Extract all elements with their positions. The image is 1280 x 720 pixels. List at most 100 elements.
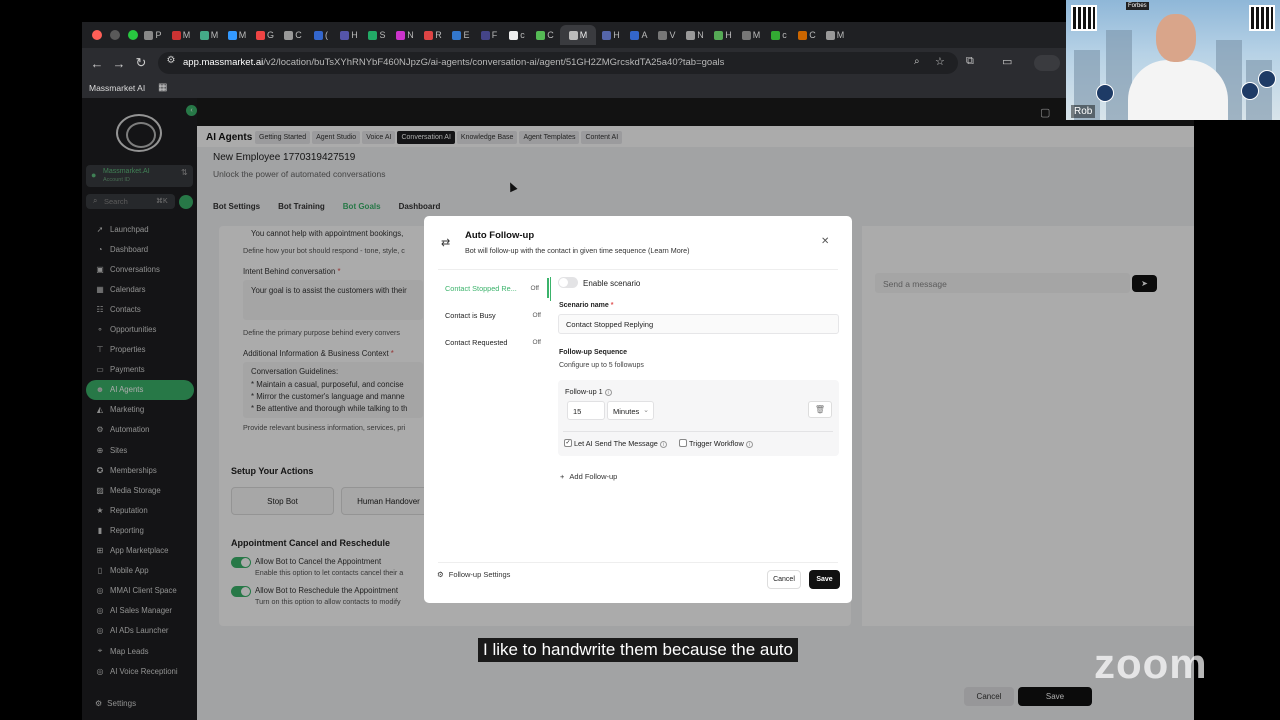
- followup-unit-value: Minutes: [613, 407, 640, 416]
- extensions-icon[interactable]: ⧉: [966, 55, 974, 68]
- browser-tabs: P M M M G C (H S N R E Fc C M H A V N H Mc C M: [140, 25, 848, 45]
- modal-cancel-button[interactable]: Cancel: [767, 570, 801, 589]
- participant-video[interactable]: Forbes Rob: [1066, 0, 1280, 120]
- apps-grid-icon[interactable]: ▦: [158, 82, 167, 93]
- tab-favicon-icon: [396, 30, 406, 40]
- search-page-icon[interactable]: ⌕: [914, 56, 920, 67]
- window-controls: [92, 30, 138, 40]
- close-window-button[interactable]: [92, 30, 102, 40]
- tab-label: H: [613, 30, 620, 40]
- browser-tab[interactable]: C: [532, 25, 558, 45]
- tab-favicon-icon: [798, 30, 808, 40]
- info-icon[interactable]: i: [745, 440, 753, 448]
- browser-tab[interactable]: M: [196, 25, 222, 45]
- browser-tab[interactable]: G: [252, 25, 278, 45]
- tab-label: N: [407, 30, 414, 40]
- tab-label: C: [809, 30, 816, 40]
- browser-tab[interactable]: S: [364, 25, 390, 45]
- participant-name: Rob: [1071, 105, 1096, 118]
- browser-tab[interactable]: V: [654, 25, 680, 45]
- browser-tab[interactable]: F: [476, 25, 502, 45]
- browser-tab[interactable]: c: [766, 25, 792, 45]
- tab-favicon-icon: [480, 30, 490, 40]
- let-ai-checkbox[interactable]: ✓: [564, 439, 572, 447]
- gear-icon: ⚙: [437, 570, 444, 579]
- chevron-down-icon: ⌄: [643, 407, 649, 414]
- sequence-subtitle: Configure up to 5 followups: [559, 362, 644, 369]
- profile-icon[interactable]: [1034, 55, 1060, 71]
- tab-favicon-icon: [509, 30, 519, 40]
- browser-tab[interactable]: c: [504, 25, 530, 45]
- tab-favicon-icon: [314, 30, 323, 40]
- browser-tab[interactable]: C: [280, 25, 306, 45]
- enable-scenario-toggle[interactable]: [558, 277, 578, 288]
- trigger-workflow-checkbox[interactable]: [679, 439, 687, 447]
- add-followup-button[interactable]: + Add Follow-up: [560, 472, 617, 481]
- scenario-name-input[interactable]: Contact Stopped Replying: [558, 314, 839, 334]
- site-info-icon[interactable]: ⚙: [160, 55, 182, 66]
- modal-footer-divider: [438, 562, 838, 563]
- browser-tab[interactable]: M: [560, 25, 596, 45]
- browser-tab[interactable]: M: [822, 25, 848, 45]
- scenario-label: Contact Requested: [445, 337, 508, 347]
- browser-tab[interactable]: H: [336, 25, 362, 45]
- tab-label: c: [520, 30, 525, 40]
- close-icon[interactable]: ✕: [821, 236, 829, 247]
- browser-tab[interactable]: N: [392, 25, 418, 45]
- followup-settings-button[interactable]: ⚙ Follow-up Settings: [437, 570, 510, 579]
- modal-save-button[interactable]: Save: [809, 570, 840, 589]
- browser-tab[interactable]: E: [448, 25, 474, 45]
- maximize-window-button[interactable]: [128, 30, 138, 40]
- reload-icon[interactable]: ↻: [130, 55, 152, 71]
- tab-label: N: [697, 30, 704, 40]
- browser-tab[interactable]: N: [682, 25, 708, 45]
- minimize-window-button[interactable]: [110, 30, 120, 40]
- tab-favicon-icon: [714, 30, 724, 40]
- browser-tab[interactable]: A: [626, 25, 652, 45]
- scenario-item[interactable]: Contact Requested Off: [437, 332, 549, 352]
- bookmark-star-icon[interactable]: ☆: [935, 55, 945, 68]
- cast-icon[interactable]: ▭: [1002, 55, 1012, 68]
- browser-tab[interactable]: M: [738, 25, 764, 45]
- browser-tab[interactable]: (: [308, 25, 334, 45]
- enable-scenario-label: Enable scenario: [583, 279, 641, 288]
- scenario-label: Contact Stopped Re...: [445, 283, 517, 293]
- tab-favicon-icon: [340, 30, 350, 40]
- followup-unit-select[interactable]: Minutes ⌄: [607, 401, 654, 420]
- url-text[interactable]: app.massmarket.ai/v2/location/buTsXYhRNY…: [183, 57, 724, 68]
- browser-tab[interactable]: M: [224, 25, 250, 45]
- browser-tab[interactable]: R: [420, 25, 446, 45]
- tab-label: F: [491, 30, 498, 40]
- scenario-active-marker: [550, 277, 551, 301]
- tab-favicon-icon: [424, 30, 434, 40]
- tab-label: M: [579, 30, 588, 40]
- tab-label: E: [463, 30, 470, 40]
- info-icon[interactable]: i: [604, 388, 612, 396]
- qr-code-icon: [1071, 5, 1097, 31]
- tab-favicon-icon: [199, 30, 209, 40]
- scenario-item[interactable]: Contact Stopped Re... Off: [437, 278, 549, 298]
- browser-tab[interactable]: C: [794, 25, 820, 45]
- forward-icon[interactable]: →: [108, 56, 130, 71]
- browser-tab[interactable]: H: [710, 25, 736, 45]
- scenario-item[interactable]: Contact is Busy Off: [437, 305, 549, 325]
- tab-favicon-icon: [741, 30, 751, 40]
- browser-tab[interactable]: P: [140, 25, 166, 45]
- forbes-badge: Forbes: [1126, 2, 1149, 10]
- qr-code-icon: [1249, 5, 1275, 31]
- browser-tab[interactable]: H: [598, 25, 624, 45]
- back-icon[interactable]: ←: [86, 56, 108, 71]
- followup-settings-label: Follow-up Settings: [448, 570, 511, 579]
- tab-favicon-icon: [658, 30, 668, 40]
- browser-tab[interactable]: M: [168, 25, 194, 45]
- bookmark-massmarket[interactable]: Massmarket AI: [89, 83, 145, 93]
- info-icon[interactable]: i: [659, 440, 667, 448]
- tab-label: M: [836, 30, 845, 40]
- tab-label: V: [669, 30, 676, 40]
- tab-favicon-icon: [630, 30, 640, 40]
- tab-label: M: [182, 30, 191, 40]
- followup-delay-input[interactable]: 15: [567, 401, 605, 420]
- tab-label: S: [379, 30, 386, 40]
- trash-icon[interactable]: 🗑: [808, 401, 832, 418]
- followup-label-text: Follow-up 1: [565, 387, 603, 396]
